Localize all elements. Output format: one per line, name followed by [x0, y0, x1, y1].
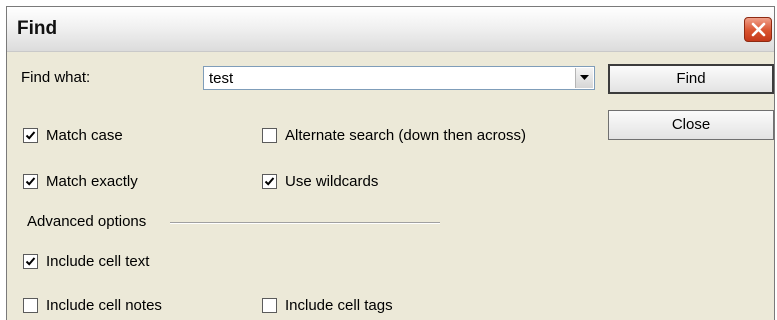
dialog-body: Find what: Find Close Match case Alterna… [7, 52, 774, 320]
close-icon [751, 22, 766, 37]
checkmark-icon [25, 257, 36, 266]
find-what-label: Find what: [21, 69, 91, 86]
dropdown-button[interactable] [575, 68, 593, 88]
checkmark-icon [25, 177, 36, 186]
use-wildcards-checkbox[interactable] [262, 174, 277, 189]
match-case-label[interactable]: Match case [46, 127, 123, 144]
close-window-button[interactable] [744, 17, 772, 42]
title-bar[interactable]: Find [7, 7, 774, 52]
find-button[interactable]: Find [608, 64, 774, 94]
match-exactly-checkbox[interactable] [23, 174, 38, 189]
include-cell-notes-checkbox[interactable] [23, 298, 38, 313]
use-wildcards-label[interactable]: Use wildcards [285, 173, 378, 190]
chevron-down-icon [580, 75, 589, 80]
dialog-title: Find [17, 18, 58, 39]
include-cell-text-label[interactable]: Include cell text [46, 253, 149, 270]
include-cell-tags-label[interactable]: Include cell tags [285, 297, 393, 314]
checkmark-icon [264, 177, 275, 186]
advanced-options-heading: Advanced options [27, 213, 147, 230]
checkmark-icon [25, 131, 36, 140]
include-cell-text-checkbox[interactable] [23, 254, 38, 269]
match-case-checkbox[interactable] [23, 128, 38, 143]
find-what-input[interactable] [209, 70, 549, 87]
match-exactly-label[interactable]: Match exactly [46, 173, 138, 190]
find-what-combobox[interactable] [203, 66, 595, 90]
include-cell-tags-checkbox[interactable] [262, 298, 277, 313]
include-cell-notes-label[interactable]: Include cell notes [46, 297, 162, 314]
close-button[interactable]: Close [608, 110, 774, 140]
find-dialog: Find Find what: Find Close Match case Al… [6, 6, 775, 320]
alternate-search-checkbox[interactable] [262, 128, 277, 143]
group-divider [170, 222, 440, 224]
alternate-search-label[interactable]: Alternate search (down then across) [285, 127, 526, 144]
